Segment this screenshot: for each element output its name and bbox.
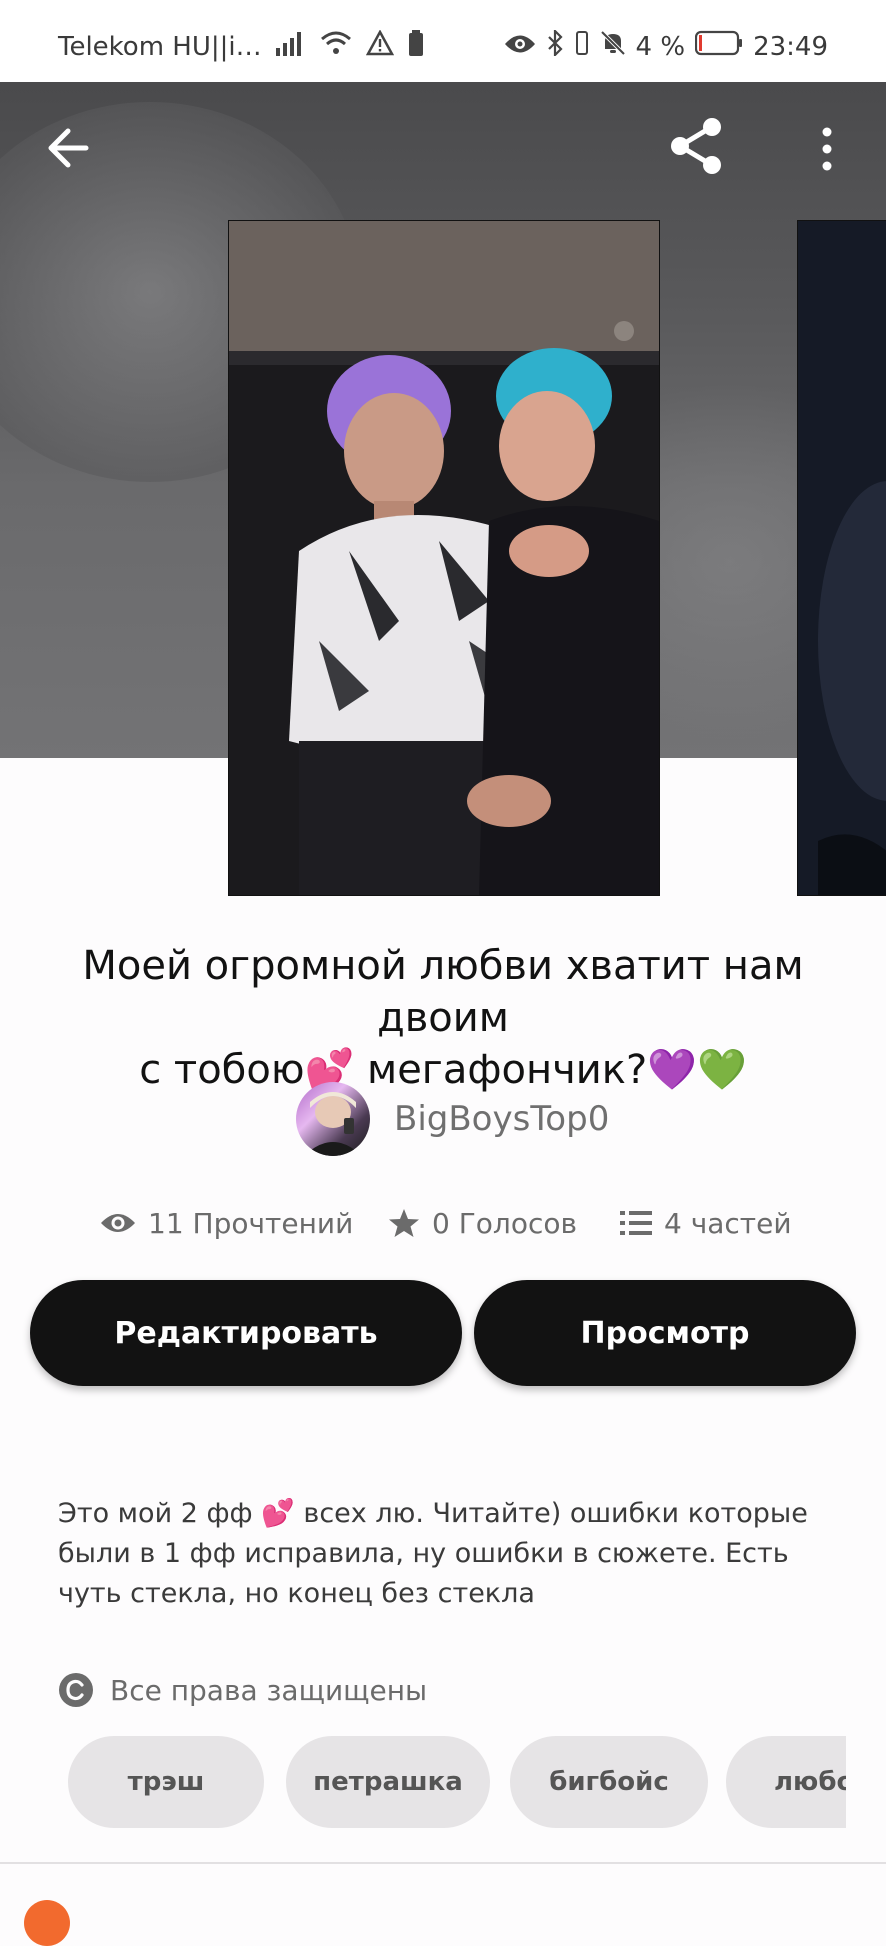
tag-chip[interactable]: трэш xyxy=(68,1736,264,1828)
view-button[interactable]: Просмотр xyxy=(474,1280,856,1386)
votes-count: 0 Голосов xyxy=(432,1206,577,1240)
back-button[interactable] xyxy=(40,118,100,178)
story-description: Это мой 2 фф 💕 всех лю. Читайте) ошибки … xyxy=(58,1498,808,1609)
vibrate-icon xyxy=(574,30,590,63)
author-link[interactable]: BigBoysTop0 xyxy=(296,1082,609,1156)
parts-count: 4 частей xyxy=(664,1206,792,1240)
battery-icon xyxy=(694,30,743,63)
copyright-notice: Все права защищены xyxy=(58,1668,427,1712)
signal-icon xyxy=(275,30,306,63)
copyright-label: Все права защищены xyxy=(110,1673,428,1707)
share-button[interactable] xyxy=(664,114,728,178)
list-icon xyxy=(620,1211,652,1235)
carrier-name: Telekom HU||i… xyxy=(58,31,262,62)
avatar[interactable] xyxy=(296,1082,370,1156)
wifi-icon xyxy=(320,30,352,63)
reads-stat: 11 Прочтений xyxy=(100,1207,353,1240)
cover-photo-illustration xyxy=(229,221,659,895)
story-title-line: Моей огромной любви хватит нам двоим xyxy=(82,943,804,1041)
more-vertical-icon xyxy=(822,127,832,171)
tag-chip[interactable]: любо xyxy=(726,1736,846,1828)
parts-stat[interactable]: 4 частей xyxy=(620,1207,792,1240)
tag-list: трэш петрашка бигбойс любо xyxy=(68,1736,846,1828)
votes-stat: 0 Голосов xyxy=(388,1207,577,1240)
battery-saver-icon xyxy=(408,30,424,63)
warning-icon xyxy=(365,29,394,63)
tag-chip[interactable]: бигбойс xyxy=(510,1736,708,1828)
story-stats: 11 Прочтений 0 Голосов 4 частей xyxy=(100,1200,800,1246)
next-cover-image[interactable] xyxy=(797,220,886,896)
more-options-button[interactable] xyxy=(810,124,844,174)
eye-icon xyxy=(504,32,536,62)
copyright-icon xyxy=(59,1673,93,1707)
mute-bell-icon xyxy=(600,30,626,63)
reads-count: 11 Прочтений xyxy=(148,1206,354,1240)
story-cover-image[interactable] xyxy=(228,220,660,896)
story-title: Моей огромной любви хватит нам двоим с т… xyxy=(20,940,866,1096)
avatar-photo xyxy=(304,1092,362,1156)
battery-percent: 4 % xyxy=(635,31,686,62)
section-divider xyxy=(0,1862,886,1864)
status-bar: Telekom HU||i… 4 % 23:49 xyxy=(0,0,886,82)
author-name[interactable]: BigBoysTop0 xyxy=(394,1099,609,1139)
tag-chip[interactable]: петрашка xyxy=(286,1736,490,1828)
edit-button[interactable]: Редактировать xyxy=(30,1280,462,1386)
orange-badge-icon xyxy=(24,1900,70,1946)
clock: 23:49 xyxy=(753,31,828,62)
bluetooth-icon xyxy=(546,28,564,63)
arrow-left-icon xyxy=(48,128,89,168)
eye-icon xyxy=(101,1214,135,1232)
star-icon xyxy=(389,1209,419,1237)
cover-photo-illustration xyxy=(798,221,886,895)
share-icon xyxy=(671,118,721,174)
